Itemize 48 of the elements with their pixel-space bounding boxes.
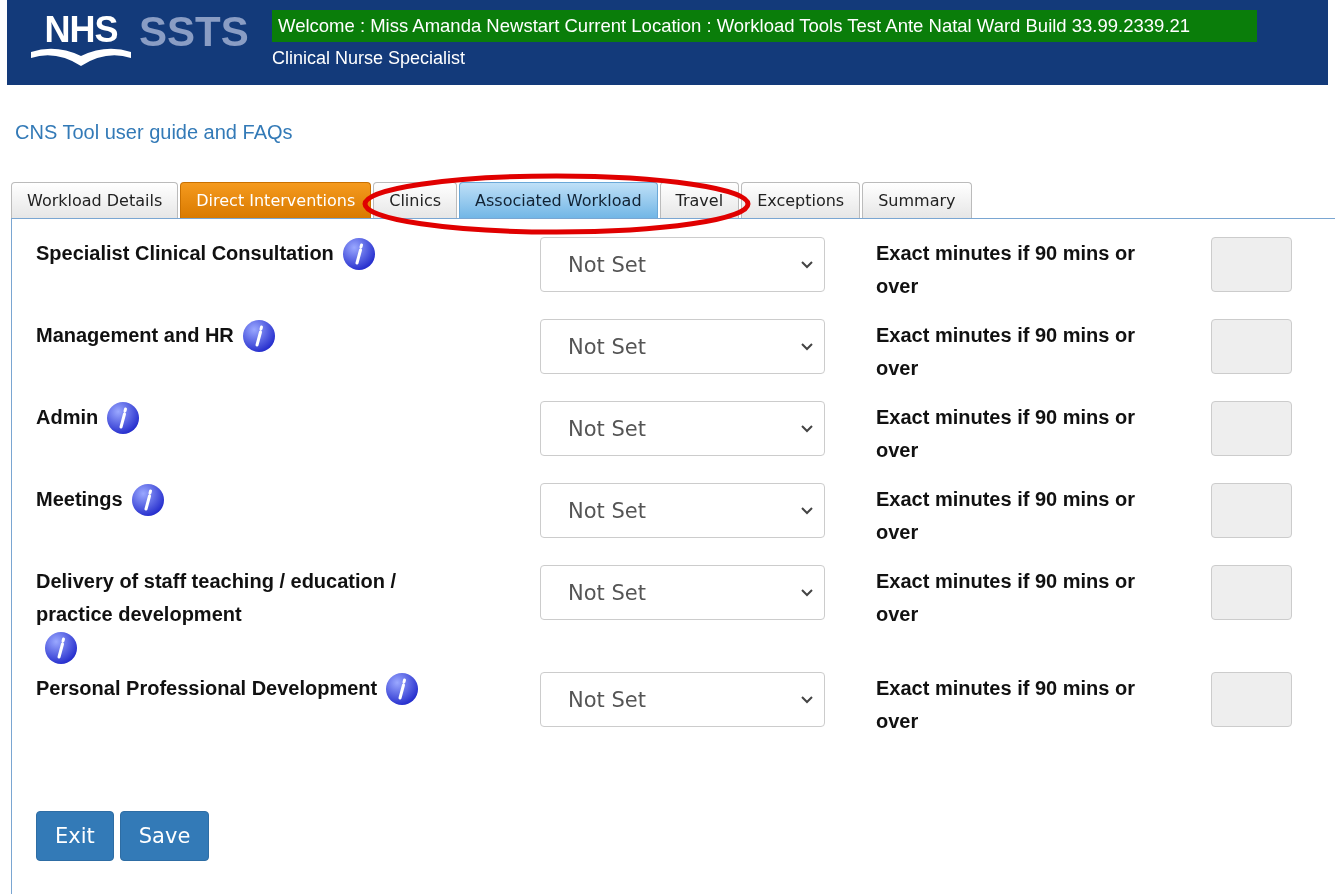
- logo-text: NHS: [44, 10, 118, 50]
- duration-dropdown[interactable]: Not Set: [540, 565, 825, 620]
- tab[interactable]: Summary: [862, 182, 972, 218]
- action-button[interactable]: Exit: [36, 811, 114, 861]
- info-icon[interactable]: [385, 672, 420, 706]
- duration-dropdown[interactable]: Not Set: [540, 672, 825, 727]
- minutes-label: Exact minutes if 90 mins or over: [876, 676, 1136, 734]
- welcome-banner: Welcome : Miss Amanda Newstart Current Location : Workload Tools Test Ante Natal Ward Build 33.99.2339.21: [272, 10, 1257, 42]
- duration-dropdown[interactable]: Not Set: [540, 319, 825, 374]
- info-icon[interactable]: [44, 631, 78, 665]
- minutes-input[interactable]: [1211, 319, 1292, 374]
- info-icon[interactable]: [106, 401, 141, 435]
- activity-label: Meetings: [36, 487, 123, 512]
- duration-dropdown[interactable]: Not Set: [540, 483, 825, 538]
- minutes-label: Exact minutes if 90 mins or over: [876, 487, 1136, 545]
- duration-dropdown[interactable]: Not Set: [540, 401, 825, 456]
- tab[interactable]: Exceptions: [741, 182, 861, 218]
- nhs-logo-icon: [31, 46, 131, 66]
- minutes-label: Exact minutes if 90 mins or over: [876, 323, 1136, 381]
- minutes-input[interactable]: [1211, 483, 1292, 538]
- activity-label: Admin: [36, 405, 99, 430]
- guide-link[interactable]: CNS Tool user guide and FAQs: [15, 121, 293, 144]
- activity-label: Personal Professional Development: [36, 676, 378, 701]
- action-button[interactable]: Save: [119, 811, 210, 861]
- info-icon[interactable]: [241, 319, 276, 353]
- info-icon[interactable]: [341, 237, 376, 271]
- minutes-label: Exact minutes if 90 mins or over: [876, 405, 1136, 463]
- minutes-input[interactable]: [1211, 237, 1292, 292]
- activity-label: Specialist Clinical Consultation: [36, 241, 334, 266]
- tab[interactable]: Associated Workload: [459, 182, 658, 218]
- chevron-icon: [800, 259, 814, 270]
- minutes-label: Exact minutes if 90 mins or over: [876, 569, 1136, 627]
- chevron-icon: [800, 587, 814, 598]
- duration-dropdown[interactable]: Not Set: [540, 237, 825, 292]
- minutes-input[interactable]: [1211, 565, 1292, 620]
- minutes-input[interactable]: [1211, 672, 1292, 727]
- tab[interactable]: Workload Details: [11, 182, 179, 218]
- chevron-icon: [800, 423, 814, 434]
- info-icon[interactable]: [130, 483, 165, 517]
- activity-label: Delivery of staff teaching / education / practice development: [36, 569, 398, 627]
- chevron-icon: [800, 694, 814, 705]
- role-text: Clinical Nurse Specialist: [272, 47, 467, 69]
- chevron-icon: [800, 341, 814, 352]
- minutes-label: Exact minutes if 90 mins or over: [876, 241, 1136, 299]
- minutes-input[interactable]: [1211, 401, 1292, 456]
- product-name: SSTS: [139, 8, 249, 56]
- chevron-icon: [800, 505, 814, 516]
- activity-label: Management and HR: [36, 323, 234, 348]
